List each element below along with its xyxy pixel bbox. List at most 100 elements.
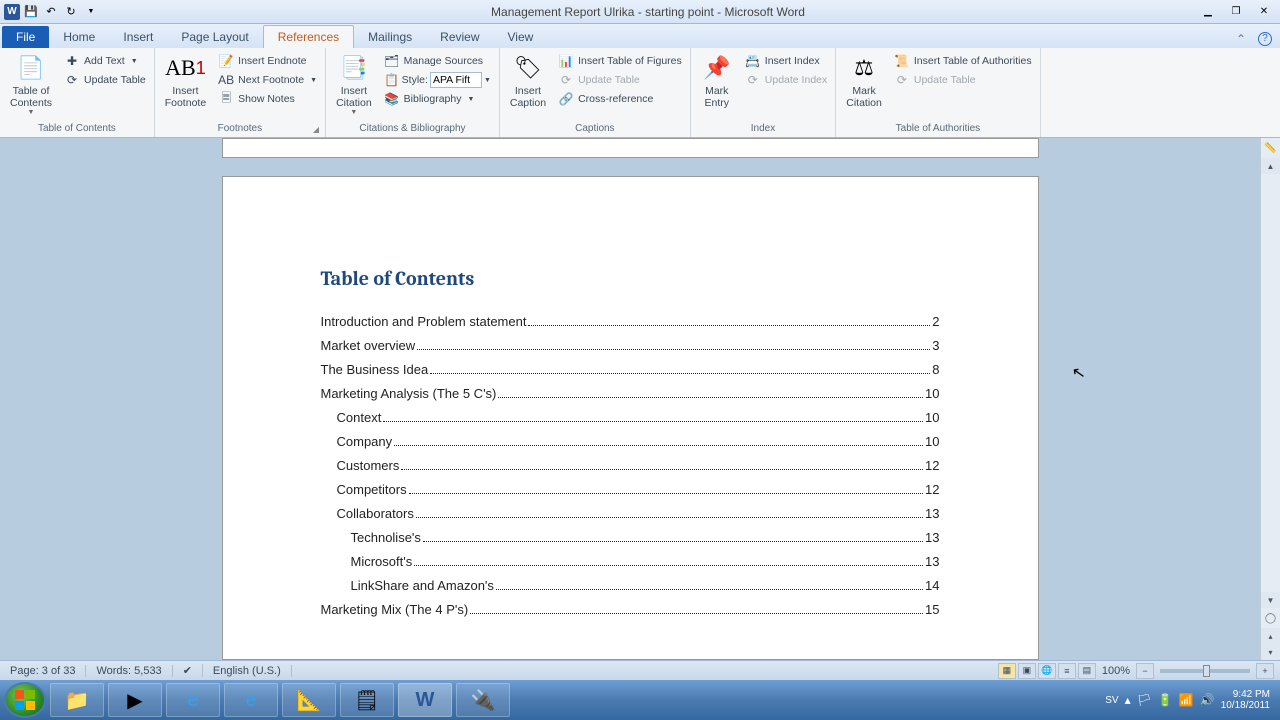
start-button[interactable] (4, 682, 46, 718)
qat-dropdown-icon[interactable]: ▼ (82, 3, 100, 21)
toc-entry-text: Marketing Mix (The 4 P's) (321, 602, 469, 617)
select-browse-object-icon[interactable]: ◯ (1261, 608, 1280, 628)
show-hidden-icon[interactable]: ▴ (1125, 693, 1131, 707)
toc-entry[interactable]: Company 10 (321, 434, 940, 449)
ie-taskbar-button[interactable]: e (166, 683, 220, 717)
insert-endnote-button[interactable]: 📝Insert Endnote (214, 52, 321, 70)
full-screen-view-button[interactable]: ▣ (1018, 663, 1036, 679)
citation-style-selector[interactable]: 📋Style:▼ (380, 71, 495, 89)
close-button[interactable]: ✕ (1252, 4, 1276, 20)
insert-index-button[interactable]: 📇Insert Index (741, 52, 831, 70)
insert-footnote-button[interactable]: AB1 Insert Footnote (159, 50, 212, 111)
cross-reference-button[interactable]: 🔗Cross-reference (554, 90, 686, 108)
insert-table-of-figures-button[interactable]: 📊Insert Table of Figures (554, 52, 686, 70)
zoom-level[interactable]: 100% (1102, 665, 1130, 677)
style-input[interactable] (430, 72, 482, 88)
minimize-ribbon-icon[interactable]: ⌃ (1236, 32, 1250, 46)
next-footnote-button[interactable]: ABNext Footnote▼ (214, 71, 321, 89)
tab-page-layout[interactable]: Page Layout (167, 26, 262, 48)
toc-entry[interactable]: LinkShare and Amazon's14 (321, 578, 940, 593)
vertical-scrollbar[interactable]: 📏 ▲ ▼ ◯ ▴ ▾ (1260, 138, 1280, 660)
tab-review[interactable]: Review (426, 26, 493, 48)
redo-icon[interactable]: ↻ (62, 3, 80, 21)
scroll-down-button[interactable]: ▼ (1261, 592, 1280, 608)
tab-file[interactable]: File (2, 26, 49, 48)
footnotes-launcher-icon[interactable]: ◢ (313, 125, 319, 134)
maximize-button[interactable]: ❐ (1224, 4, 1248, 20)
toc-entry[interactable]: Marketing Analysis (The 5 C's)10 (321, 386, 940, 401)
insert-toa-button[interactable]: 📜Insert Table of Authorities (890, 52, 1036, 70)
toc-leader-dots (394, 445, 923, 446)
scroll-track[interactable] (1261, 174, 1280, 592)
toc-entry-text: Company (337, 434, 393, 449)
toc-entry[interactable]: Microsoft's13 (321, 554, 940, 569)
add-text-button[interactable]: ✚Add Text▼ (60, 52, 150, 70)
next-page-button[interactable]: ▾ (1261, 644, 1280, 660)
explorer-taskbar-button[interactable]: 📁 (50, 683, 104, 717)
media-player-taskbar-button[interactable]: ▶ (108, 683, 162, 717)
undo-icon[interactable]: ↶ (42, 3, 60, 21)
toc-entry-page: 10 (925, 434, 939, 449)
toc-entry[interactable]: Context10 (321, 410, 940, 425)
zoom-thumb[interactable] (1203, 665, 1210, 677)
document-workspace[interactable]: Table of Contents Introduction and Probl… (0, 138, 1260, 660)
ruler-icon[interactable]: 📏 (1261, 138, 1280, 158)
mark-citation-button[interactable]: ⚖ Mark Citation (840, 50, 888, 111)
clock[interactable]: 9:42 PM 10/18/2011 (1221, 689, 1276, 711)
toc-entry-text: Microsoft's (351, 554, 413, 569)
help-icon[interactable]: ? (1258, 32, 1272, 46)
document-page[interactable]: Table of Contents Introduction and Probl… (222, 176, 1039, 660)
toc-entry-text: Market overview (321, 338, 416, 353)
toc-entry[interactable]: Technolise's13 (321, 530, 940, 545)
ie-taskbar-button-2[interactable]: e (224, 683, 278, 717)
network-icon[interactable]: 📶 (1179, 693, 1194, 707)
app-taskbar-button[interactable]: 📐 (282, 683, 336, 717)
toc-entry[interactable]: Marketing Mix (The 4 P's)15 (321, 602, 940, 617)
manage-sources-button[interactable]: 🗂Manage Sources (380, 52, 495, 70)
prev-page-button[interactable]: ▴ (1261, 628, 1280, 644)
toc-entry[interactable]: Competitors12 (321, 482, 940, 497)
tab-view[interactable]: View (494, 26, 548, 48)
tab-references[interactable]: References (263, 25, 354, 48)
show-notes-button[interactable]: 🗏Show Notes (214, 90, 321, 108)
update-table-button[interactable]: ⟳Update Table (60, 71, 150, 89)
tab-insert[interactable]: Insert (109, 26, 167, 48)
save-icon[interactable]: 💾 (22, 3, 40, 21)
toc-entry[interactable]: The Business Idea8 (321, 362, 940, 377)
notes-taskbar-button[interactable]: 🗒 (340, 683, 394, 717)
action-center-icon[interactable]: 🏳 (1137, 693, 1152, 707)
zoom-slider[interactable] (1160, 669, 1250, 673)
zoom-out-button[interactable]: − (1136, 663, 1154, 679)
style-icon: 📋 (384, 72, 400, 88)
word-taskbar-button[interactable]: W (398, 683, 452, 717)
mark-entry-button[interactable]: 📌 Mark Entry (695, 50, 739, 111)
minimize-button[interactable]: ▁ (1196, 4, 1220, 20)
zoom-in-button[interactable]: + (1256, 663, 1274, 679)
draft-view-button[interactable]: ▤ (1078, 663, 1096, 679)
print-layout-view-button[interactable]: ▦ (998, 663, 1016, 679)
scroll-up-button[interactable]: ▲ (1261, 158, 1280, 174)
toc-entry[interactable]: Customers12 (321, 458, 940, 473)
tab-mailings[interactable]: Mailings (354, 26, 426, 48)
language-tray[interactable]: SV (1105, 695, 1118, 706)
toc-entry-text: Collaborators (337, 506, 414, 521)
word-count[interactable]: Words: 5,533 (86, 665, 172, 677)
outline-view-button[interactable]: ≡ (1058, 663, 1076, 679)
insert-citation-button[interactable]: 📑 Insert Citation ▼ (330, 50, 378, 118)
toc-entry[interactable]: Market overview3 (321, 338, 940, 353)
toc-entry[interactable]: Collaborators13 (321, 506, 940, 521)
bibliography-button[interactable]: 📚Bibliography▼ (380, 90, 495, 108)
insert-caption-button[interactable]: 🏷 Insert Caption (504, 50, 552, 111)
table-of-contents-button[interactable]: 📄 Table of Contents ▼ (4, 50, 58, 118)
web-layout-view-button[interactable]: 🌐 (1038, 663, 1056, 679)
system-tray: SV ▴ 🏳 🔋 📶 🔊 9:42 PM 10/18/2011 (1105, 689, 1276, 711)
word-icon[interactable]: W (4, 4, 20, 20)
page-indicator[interactable]: Page: 3 of 33 (0, 665, 86, 677)
power-icon[interactable]: 🔋 (1158, 693, 1173, 707)
volume-icon[interactable]: 🔊 (1200, 693, 1215, 707)
tab-home[interactable]: Home (49, 26, 109, 48)
proofing-icon[interactable]: ✔ (173, 664, 203, 677)
language-indicator[interactable]: English (U.S.) (203, 665, 292, 677)
device-taskbar-button[interactable]: 🔌 (456, 683, 510, 717)
toc-entry[interactable]: Introduction and Problem statement2 (321, 314, 940, 329)
